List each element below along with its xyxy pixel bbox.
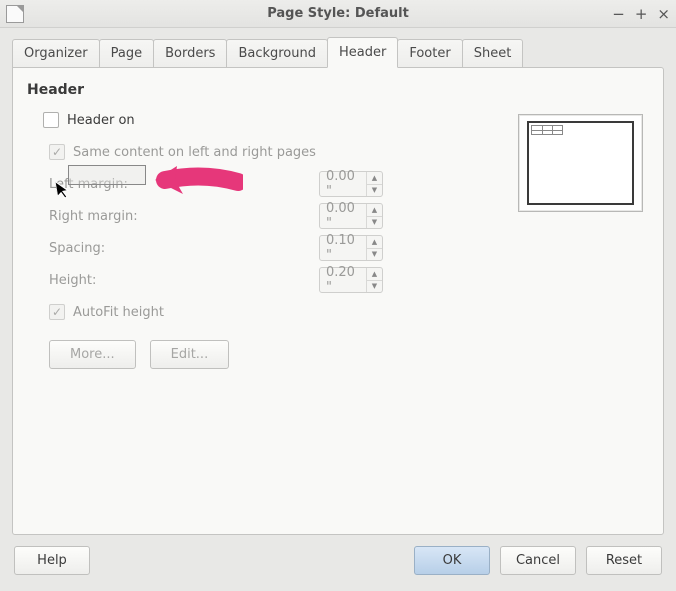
ok-button[interactable]: OK [414, 546, 490, 575]
titlebar: Page Style: Default − + × [0, 0, 676, 28]
close-icon[interactable]: × [657, 5, 670, 23]
dialog-footer: Help OK Cancel Reset [0, 546, 676, 575]
height-value: 0.20 " [320, 268, 366, 292]
tab-organizer[interactable]: Organizer [12, 39, 100, 68]
help-button[interactable]: Help [14, 546, 90, 575]
right-margin-value: 0.00 " [320, 204, 366, 228]
checkmark-icon: ✓ [52, 306, 62, 318]
panel-header: Header Header on ✓ Same content on left … [12, 67, 664, 535]
tab-footer[interactable]: Footer [397, 39, 462, 68]
tabs: Organizer Page Borders Background Header… [0, 28, 676, 68]
left-margin-stepper: 0.00 " ▲▼ [319, 171, 383, 197]
spacing-value: 0.10 " [320, 236, 366, 260]
chevron-down-icon: ▼ [367, 184, 382, 197]
chevron-down-icon: ▼ [367, 248, 382, 261]
checkmark-icon: ✓ [52, 146, 62, 158]
checkbox-header-on[interactable] [43, 112, 59, 128]
label-autofit: AutoFit height [73, 305, 343, 320]
label-spacing: Spacing: [49, 241, 319, 256]
label-right-margin: Right margin: [49, 209, 319, 224]
page-preview [518, 114, 643, 212]
tab-background[interactable]: Background [226, 39, 328, 68]
chevron-up-icon: ▲ [367, 236, 382, 248]
tab-page[interactable]: Page [99, 39, 154, 68]
label-height: Height: [49, 273, 319, 288]
right-margin-stepper: 0.00 " ▲▼ [319, 203, 383, 229]
chevron-down-icon: ▼ [367, 216, 382, 229]
label-same-content: Same content on left and right pages [73, 145, 343, 160]
chevron-down-icon: ▼ [367, 280, 382, 293]
edit-button: Edit... [150, 340, 230, 369]
tab-sheet[interactable]: Sheet [462, 39, 524, 68]
label-left-margin: Left margin: [49, 177, 319, 192]
reset-button[interactable]: Reset [586, 546, 662, 575]
maximize-icon[interactable]: + [635, 5, 648, 23]
chevron-up-icon: ▲ [367, 204, 382, 216]
checkbox-autofit: ✓ [49, 304, 65, 320]
height-stepper: 0.20 " ▲▼ [319, 267, 383, 293]
chevron-up-icon: ▲ [367, 268, 382, 280]
minimize-icon[interactable]: − [612, 5, 625, 23]
spacing-stepper: 0.10 " ▲▼ [319, 235, 383, 261]
tab-header[interactable]: Header [327, 37, 398, 68]
left-margin-value: 0.00 " [320, 172, 366, 196]
label-header-on: Header on [67, 113, 337, 128]
window-title: Page Style: Default [0, 6, 676, 21]
checkbox-same-content: ✓ [49, 144, 65, 160]
tab-borders[interactable]: Borders [153, 39, 227, 68]
cancel-button[interactable]: Cancel [500, 546, 576, 575]
section-title: Header [27, 82, 651, 98]
more-button: More... [49, 340, 136, 369]
chevron-up-icon: ▲ [367, 172, 382, 184]
app-icon [6, 5, 24, 23]
